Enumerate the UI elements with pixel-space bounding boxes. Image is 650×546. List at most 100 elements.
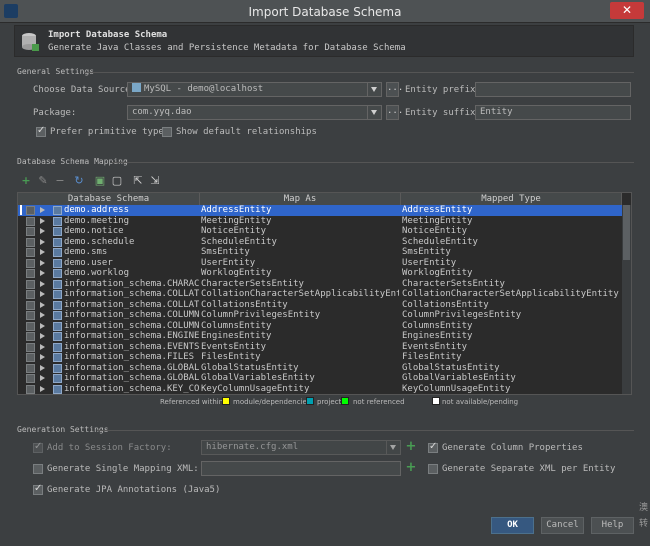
ok-button[interactable]: OK xyxy=(491,517,534,534)
row-mapped-type[interactable]: WorklogEntity xyxy=(402,268,622,279)
expand-triangle-icon[interactable] xyxy=(40,354,45,360)
row-mapped-type[interactable]: ScheduleEntity xyxy=(402,237,622,248)
row-mapped-type[interactable]: AddressEntity xyxy=(402,205,622,216)
data-source-select[interactable]: MySQL - demo@localhost xyxy=(127,82,382,97)
row-map-as[interactable]: FilesEntity xyxy=(201,352,399,363)
expand-triangle-icon[interactable] xyxy=(40,385,45,392)
edit-icon[interactable]: ✎ xyxy=(37,175,49,187)
table-row[interactable]: demo.worklog WorklogEntity WorklogEntity xyxy=(18,268,622,279)
column-header-database-schema[interactable]: Database Schema xyxy=(18,193,200,205)
row-map-as[interactable]: CharacterSetsEntity xyxy=(201,279,399,290)
expand-triangle-icon[interactable] xyxy=(40,207,45,213)
row-mapped-type[interactable]: KeyColumnUsageEntity xyxy=(402,384,622,395)
row-checkbox[interactable] xyxy=(26,279,35,289)
row-checkbox[interactable] xyxy=(26,216,35,226)
single-mapping-input[interactable] xyxy=(201,461,401,476)
table-row[interactable]: information_schema.GLOBAL_VARIGlobalVari… xyxy=(18,373,622,384)
expand-triangle-icon[interactable] xyxy=(40,333,45,339)
table-scrollbar[interactable] xyxy=(622,205,631,394)
row-map-as[interactable]: AddressEntity xyxy=(201,205,399,216)
expand-triangle-icon[interactable] xyxy=(40,312,45,318)
table-row[interactable]: information_schema.ENGINES EnginesEntity E… xyxy=(18,331,622,342)
add-icon[interactable]: + xyxy=(20,175,32,187)
row-checkbox[interactable] xyxy=(26,269,35,278)
row-checkbox[interactable] xyxy=(26,321,35,331)
row-checkbox[interactable] xyxy=(26,384,35,394)
row-map-as[interactable]: GlobalStatusEntity xyxy=(201,363,399,374)
add-session-factory-button[interactable]: + xyxy=(405,440,417,453)
package-browse-button[interactable]: ... xyxy=(386,105,403,120)
collapse-all-icon[interactable]: ⇲ xyxy=(149,175,161,187)
table-row[interactable]: demo.address AddressEntity AddressEntity xyxy=(18,205,622,216)
schema-mapping-table[interactable]: Database Schema Map As Mapped Type demo.… xyxy=(17,192,632,395)
generate-separate-xml-checkbox[interactable] xyxy=(428,464,438,474)
row-map-as[interactable]: UserEntity xyxy=(201,258,399,269)
row-mapped-type[interactable]: GlobalStatusEntity xyxy=(402,363,622,374)
expand-triangle-icon[interactable] xyxy=(40,280,45,287)
data-source-browse-button[interactable]: ... xyxy=(386,82,403,97)
row-checkbox[interactable] xyxy=(26,311,35,320)
row-mapped-type[interactable]: EventsEntity xyxy=(402,342,622,353)
row-map-as[interactable]: MeetingEntity xyxy=(201,216,399,227)
row-mapped-type[interactable]: ColumnsEntity xyxy=(402,321,622,332)
table-row[interactable]: information_schema.GLOBAL_STATGlobalStat… xyxy=(18,363,622,374)
row-mapped-type[interactable]: SmsEntity xyxy=(402,247,622,258)
expand-triangle-icon[interactable] xyxy=(40,343,45,350)
column-header-map-as[interactable]: Map As xyxy=(200,193,401,205)
row-map-as[interactable]: CollationCharacterSetApplicabilityEntity xyxy=(201,289,399,300)
chevron-down-icon[interactable] xyxy=(386,441,400,454)
row-checkbox[interactable] xyxy=(26,227,35,236)
add-session-factory-checkbox[interactable] xyxy=(33,441,43,453)
row-checkbox[interactable] xyxy=(26,290,35,299)
chevron-down-icon[interactable] xyxy=(367,106,381,119)
expand-triangle-icon[interactable] xyxy=(40,375,45,381)
expand-triangle-icon[interactable] xyxy=(40,364,45,371)
table-row[interactable]: demo.meeting MeetingEntity MeetingEntity xyxy=(18,216,622,227)
column-header-mapped-type[interactable]: Mapped Type xyxy=(401,193,622,205)
row-checkbox[interactable] xyxy=(26,248,35,257)
row-map-as[interactable]: WorklogEntity xyxy=(201,268,399,279)
row-checkbox[interactable] xyxy=(26,206,35,215)
entity-prefix-input[interactable] xyxy=(475,82,631,97)
scrollbar-thumb[interactable] xyxy=(623,205,630,260)
table-row[interactable]: information_schema.COLLATIONSCollationsE… xyxy=(18,300,622,311)
entity-suffix-input[interactable]: Entity xyxy=(475,105,631,120)
row-mapped-type[interactable]: FilesEntity xyxy=(402,352,622,363)
table-row[interactable]: demo.schedule ScheduleEntity ScheduleEntit… xyxy=(18,237,622,248)
row-map-as[interactable]: EventsEntity xyxy=(201,342,399,353)
row-checkbox[interactable] xyxy=(26,237,35,247)
table-row[interactable]: information_schema.COLUMNS ColumnsEntity C… xyxy=(18,321,622,332)
row-checkbox[interactable] xyxy=(26,300,35,310)
cancel-button[interactable]: Cancel xyxy=(541,517,584,534)
generate-column-properties-checkbox[interactable] xyxy=(428,441,438,453)
table-row[interactable]: demo.sms SmsEntity SmsEntity xyxy=(18,247,622,258)
chevron-down-icon[interactable] xyxy=(367,83,381,96)
table-row[interactable]: demo.user UserEntity UserEntity xyxy=(18,258,622,269)
table-row[interactable]: information_schema.CHARACTER_SCharacterS… xyxy=(18,279,622,290)
row-mapped-type[interactable]: MeetingEntity xyxy=(402,216,622,227)
prefer-primitive-checkbox[interactable] xyxy=(36,125,46,137)
row-map-as[interactable]: GlobalVariablesEntity xyxy=(201,373,399,384)
row-mapped-type[interactable]: CharacterSetsEntity xyxy=(402,279,622,290)
row-checkbox[interactable] xyxy=(26,332,35,341)
generate-jpa-annotations-checkbox[interactable] xyxy=(33,483,43,495)
row-checkbox[interactable] xyxy=(26,363,35,373)
row-map-as[interactable]: KeyColumnUsageEntity xyxy=(201,384,399,395)
row-mapped-type[interactable]: CollationsEntity xyxy=(402,300,622,311)
row-mapped-type[interactable]: ColumnPrivilegesEntity xyxy=(402,310,622,321)
expand-triangle-icon[interactable] xyxy=(40,238,45,245)
expand-triangle-icon[interactable] xyxy=(40,217,45,224)
table-row[interactable]: information_schema.COLUMN_PRIVColumnPriv… xyxy=(18,310,622,321)
row-checkbox[interactable] xyxy=(26,342,35,352)
expand-triangle-icon[interactable] xyxy=(40,291,45,297)
unselect-all-icon[interactable]: ▢ xyxy=(111,175,123,187)
table-row[interactable]: information_schema.EVENTS EventsEntity Eve… xyxy=(18,342,622,353)
row-mapped-type[interactable]: GlobalVariablesEntity xyxy=(402,373,622,384)
table-row[interactable]: information_schema.KEY_COLUMN_KeyColumnU… xyxy=(18,384,622,395)
refresh-icon[interactable]: ↻ xyxy=(73,175,85,187)
generate-single-mapping-checkbox[interactable] xyxy=(33,464,43,474)
row-map-as[interactable]: ScheduleEntity xyxy=(201,237,399,248)
row-map-as[interactable]: ColumnsEntity xyxy=(201,321,399,332)
row-checkbox[interactable] xyxy=(26,374,35,383)
row-map-as[interactable]: SmsEntity xyxy=(201,247,399,258)
